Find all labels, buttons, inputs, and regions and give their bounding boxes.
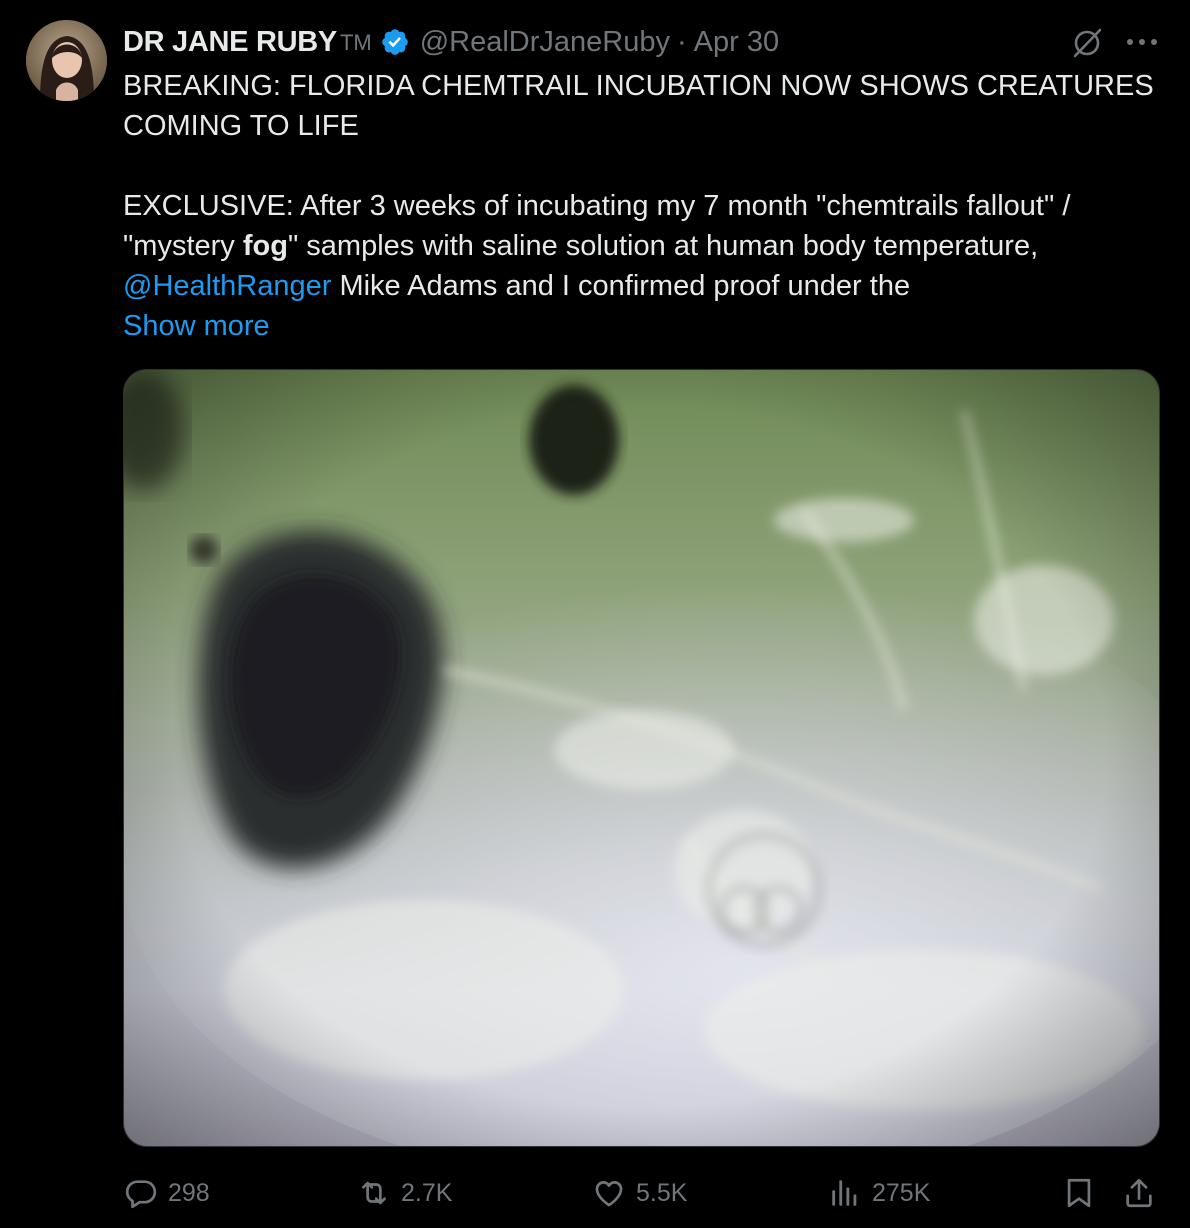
tweet-bold-word: fog [242,230,288,262]
tweet-line: EXCLUSIVE: After 3 weeks of incubating m… [123,190,1071,222]
more-icon[interactable] [1124,34,1160,50]
repost-count: 2.7K [401,1178,453,1207]
show-more-link[interactable]: Show more [123,310,270,342]
tweet-text-fragment: "mystery [123,230,243,262]
grok-icon[interactable] [1070,26,1104,60]
bookmark-icon [1067,1178,1091,1208]
tweet-text-fragment: Mike Adams and I confirmed proof under t… [331,270,911,302]
bookmark-button[interactable] [1062,1170,1106,1216]
reply-count: 298 [168,1178,210,1207]
heart-icon [595,1181,623,1207]
tweet-line: "mystery fog" samples with saline soluti… [123,226,1163,266]
repost-button[interactable]: 2.7K [357,1170,452,1216]
mention-link[interactable]: @HealthRanger [123,270,331,302]
tweet-media-image[interactable] [123,369,1160,1147]
views-count: 275K [872,1178,931,1207]
tweet-line: @HealthRanger Mike Adams and I confirmed… [123,266,1163,306]
tweet-text: BREAKING: FLORIDA CHEMTRAIL INCUBATION N… [123,66,1163,346]
views-button[interactable]: 275K [828,1170,930,1216]
tweet-line: BREAKING: FLORIDA CHEMTRAIL INCUBATION N… [123,70,1154,102]
share-icon [1126,1178,1152,1208]
like-count: 5.5K [636,1178,688,1207]
author-name[interactable]: DR JANE RUBY [123,26,337,59]
tweet-header: DR JANE RUBY TM @RealDrJaneRuby · Apr 30 [123,24,779,60]
tweet-date[interactable]: Apr 30 [694,26,779,59]
tweet-actions: 298 2.7K 5.5K 275K [0,1170,1190,1216]
verified-badge-icon[interactable] [380,27,410,57]
author-handle[interactable]: @RealDrJaneRuby [420,26,670,59]
repost-icon [362,1181,386,1205]
views-icon [832,1180,857,1206]
avatar[interactable] [26,20,107,101]
reply-button[interactable]: 298 [124,1170,210,1216]
tweet-text-fragment: " samples with saline solution at human … [287,230,1039,262]
trademark-badge: TM [339,30,372,55]
share-button[interactable] [1122,1170,1166,1216]
separator-dot: · [676,25,687,58]
tweet-line: COMING TO LIFE [123,110,359,142]
like-button[interactable]: 5.5K [592,1170,687,1216]
reply-icon [125,1180,157,1209]
